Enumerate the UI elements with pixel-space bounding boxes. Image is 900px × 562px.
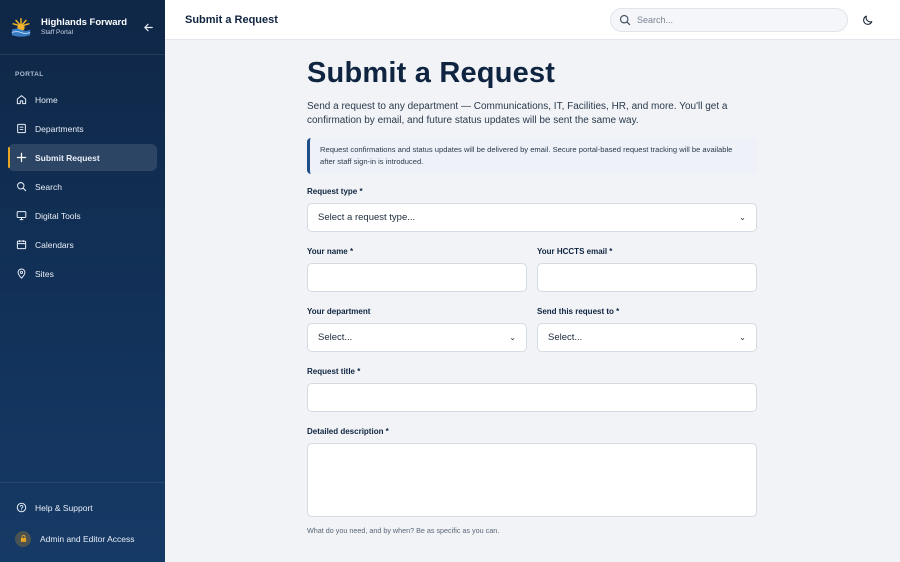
home-icon xyxy=(15,94,27,106)
help-icon xyxy=(15,502,27,514)
search-input[interactable] xyxy=(637,15,827,25)
plus-icon xyxy=(15,152,27,164)
sidebar-footer: Help & Support Admin and Editor Access xyxy=(0,482,165,562)
description-textarea[interactable] xyxy=(307,443,757,518)
brand-subtitle: Staff Portal xyxy=(41,28,74,36)
sidebar-item-label: Home xyxy=(35,94,58,105)
request-type-select[interactable]: Select a request type... ⌄ xyxy=(307,203,757,233)
sidebar-item-admin-access[interactable]: Admin and Editor Access xyxy=(8,525,157,552)
description-group: Detailed description * What do you need,… xyxy=(307,427,757,535)
department-label: Your department xyxy=(307,307,371,317)
sidebar-item-label: Calendars xyxy=(35,239,74,250)
intro-text: Send a request to any department — Commu… xyxy=(307,100,728,127)
arrow-left-icon xyxy=(143,23,153,31)
description-label: Detailed description * xyxy=(307,427,389,437)
sidebar-item-label: Admin and Editor Access xyxy=(40,533,135,544)
department-row: Your department Select... ⌄ Send this re… xyxy=(307,307,757,353)
brand-title: Highlands Forward xyxy=(41,17,128,28)
sidebar-item-label: Sites xyxy=(35,268,54,279)
main-content: Submit a Request Send a request to any d… xyxy=(307,57,757,535)
brand-header: Highlands Forward Staff Portal xyxy=(0,0,165,55)
sidebar-item-label: Departments xyxy=(35,123,84,134)
name-input[interactable] xyxy=(307,263,527,293)
search-icon xyxy=(15,181,27,193)
name-label: Your name * xyxy=(307,247,354,257)
request-title-label: Request title * xyxy=(307,367,361,377)
description-help-text: What do you need, and by when? Be as spe… xyxy=(307,526,500,536)
sidebar-item-search[interactable]: Search xyxy=(8,173,157,200)
email-input[interactable] xyxy=(537,263,757,293)
send-to-value: Select... xyxy=(548,332,583,344)
sidebar-item-label: Search xyxy=(35,181,62,192)
departments-icon xyxy=(15,123,27,135)
department-select[interactable]: Select... ⌄ xyxy=(307,323,527,353)
search-box[interactable] xyxy=(610,8,848,32)
request-type-label: Request type * xyxy=(307,187,363,197)
moon-icon xyxy=(863,15,873,25)
sidebar: Highlands Forward Staff Portal PORTAL Ho… xyxy=(0,0,165,562)
sidebar-item-label: Digital Tools xyxy=(35,210,81,221)
email-label: Your HCCTS email * xyxy=(537,247,613,257)
title-group: Request title * xyxy=(307,367,757,413)
page-heading: Submit a Request xyxy=(307,57,556,89)
chevron-down-icon: ⌄ xyxy=(739,213,746,223)
sidebar-item-sites[interactable]: Sites xyxy=(8,260,157,287)
sidebar-item-home[interactable]: Home xyxy=(8,86,157,113)
request-type-group: Request type * Select a request type... … xyxy=(307,187,757,233)
page-title: Submit a Request xyxy=(185,13,278,26)
sunrise-logo-icon xyxy=(11,18,31,37)
send-to-label: Send this request to * xyxy=(537,307,620,317)
sidebar-item-submit-request[interactable]: Submit Request xyxy=(8,144,157,171)
chevron-down-icon: ⌄ xyxy=(509,333,516,343)
sidebar-nav: Home Departments Submit Request Search D… xyxy=(0,86,165,287)
info-notice: Request confirmations and status updates… xyxy=(307,137,757,175)
sidebar-item-label: Help & Support xyxy=(35,502,93,513)
department-value: Select... xyxy=(318,332,353,344)
theme-toggle-button[interactable] xyxy=(861,13,875,27)
request-title-input[interactable] xyxy=(307,383,757,413)
top-bar: Submit a Request xyxy=(165,0,900,40)
sidebar-item-calendars[interactable]: Calendars xyxy=(8,231,157,258)
chevron-down-icon: ⌄ xyxy=(739,333,746,343)
sidebar-item-help-support[interactable]: Help & Support xyxy=(8,494,157,521)
calendar-icon xyxy=(15,239,27,251)
sidebar-item-label: Submit Request xyxy=(35,152,100,163)
monitor-icon xyxy=(15,210,27,222)
map-pin-icon xyxy=(15,268,27,280)
sidebar-item-departments[interactable]: Departments xyxy=(8,115,157,142)
sidebar-item-digital-tools[interactable]: Digital Tools xyxy=(8,202,157,229)
name-email-row: Your name * Your HCCTS email * xyxy=(307,247,757,293)
nav-section-label: PORTAL xyxy=(15,71,44,78)
request-type-value: Select a request type... xyxy=(318,212,416,224)
search-icon xyxy=(619,14,631,26)
send-to-select[interactable]: Select... ⌄ xyxy=(537,323,757,353)
collapse-sidebar-button[interactable] xyxy=(141,20,155,34)
lock-icon xyxy=(15,530,31,547)
